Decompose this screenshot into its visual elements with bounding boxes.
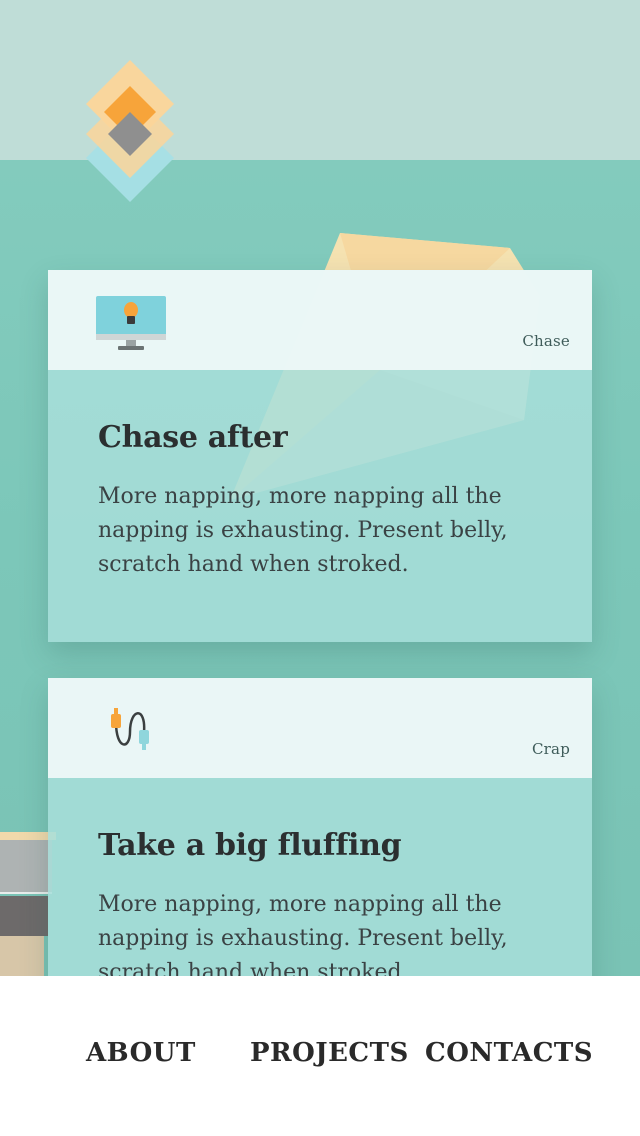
nav-about[interactable]: ABOUT xyxy=(86,1038,196,1068)
project-card[interactable]: Chase Chase after More napping, more nap… xyxy=(48,270,592,642)
project-card[interactable]: Crap Take a big fluffing More napping, m… xyxy=(48,678,592,998)
card-description: More napping, more napping all the nappi… xyxy=(98,484,508,577)
nav-contacts[interactable]: CONTACTS xyxy=(425,1038,593,1068)
card-tag[interactable]: Crap xyxy=(532,740,570,758)
card-tag[interactable]: Chase xyxy=(522,332,570,350)
bottom-navigation: ABOUT PROJECTS CONTACTS xyxy=(0,976,640,1136)
card-header: Chase xyxy=(48,270,592,370)
card-title: Chase after xyxy=(98,420,288,455)
usb-cable-icon xyxy=(111,708,149,750)
lightbulb-monitor-icon xyxy=(96,296,166,350)
card-description: More napping, more napping all the nappi… xyxy=(98,892,508,985)
card-header: Crap xyxy=(48,678,592,778)
card-title: Take a big fluffing xyxy=(98,828,402,863)
nav-projects[interactable]: PROJECTS xyxy=(250,1038,409,1068)
